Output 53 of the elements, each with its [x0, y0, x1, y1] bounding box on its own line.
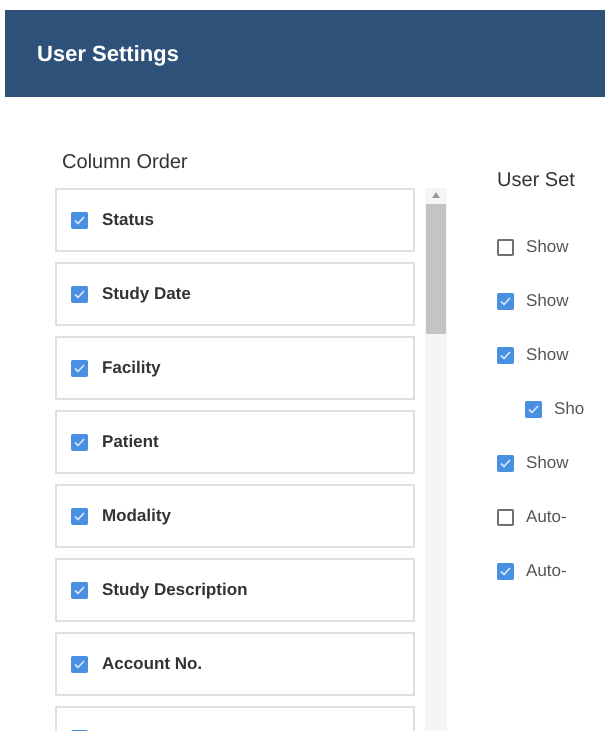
column-item[interactable]: Study Date — [55, 262, 415, 326]
column-label: Study Date — [102, 283, 191, 306]
header-title: User Settings — [37, 40, 179, 68]
checkbox[interactable] — [71, 582, 88, 598]
column-item[interactable]: Facility — [55, 336, 415, 400]
checkbox[interactable] — [525, 400, 542, 418]
column-label: Account No. — [102, 653, 202, 676]
column-label: Modality — [102, 505, 171, 528]
check-icon — [74, 586, 85, 594]
check-icon — [74, 216, 85, 224]
column-item[interactable]: Modality — [55, 484, 415, 548]
checkbox[interactable] — [71, 434, 88, 450]
scrollbar-thumb[interactable] — [426, 204, 446, 334]
option-label: Show — [526, 344, 569, 366]
check-icon — [74, 438, 85, 446]
column-label: Status — [102, 209, 154, 232]
checkbox[interactable] — [71, 286, 88, 302]
column-item[interactable]: Account No. — [55, 632, 415, 696]
check-icon — [500, 566, 511, 576]
column-label: Facility — [102, 357, 161, 380]
check-icon — [74, 512, 85, 520]
option-label: Auto- — [526, 506, 567, 528]
section-title: Column Order — [62, 150, 189, 175]
option-label: Sho — [554, 398, 584, 420]
column-item[interactable]: Status — [55, 188, 415, 252]
checkbox[interactable] — [497, 292, 514, 310]
check-icon — [74, 660, 85, 668]
option-label: Show — [526, 236, 569, 258]
section-title: User Set — [497, 168, 576, 193]
option-label: Auto- — [526, 560, 567, 582]
check-icon — [74, 364, 85, 372]
column-label: Patient — [102, 431, 159, 454]
column-item[interactable]: Patient — [55, 410, 415, 474]
checkbox[interactable] — [71, 212, 88, 228]
check-icon — [74, 290, 85, 298]
scroll-up-icon[interactable] — [432, 192, 440, 198]
checkbox[interactable] — [71, 360, 88, 376]
checkbox[interactable] — [497, 508, 514, 526]
check-icon — [500, 350, 511, 360]
check-icon — [528, 404, 539, 414]
option-label: Show — [526, 452, 569, 474]
column-label: Study Description — [102, 579, 248, 602]
check-icon — [500, 296, 511, 306]
checkbox[interactable] — [497, 454, 514, 472]
checkbox[interactable] — [71, 656, 88, 672]
checkbox[interactable] — [497, 346, 514, 364]
scrollbar[interactable] — [425, 188, 447, 731]
column-item[interactable]: Study Description — [55, 558, 415, 622]
checkbox[interactable] — [497, 238, 514, 256]
check-icon — [500, 458, 511, 468]
checkbox[interactable] — [71, 508, 88, 524]
option-label: Show — [526, 290, 569, 312]
checkbox[interactable] — [497, 562, 514, 580]
